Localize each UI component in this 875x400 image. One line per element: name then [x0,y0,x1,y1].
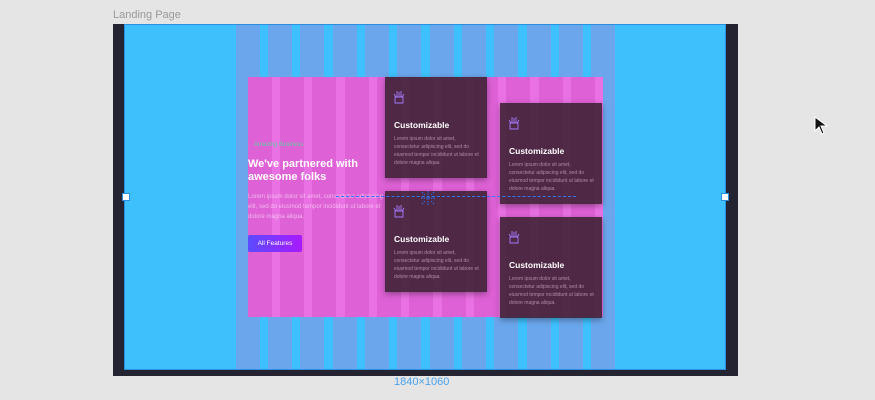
hero-eyebrow[interactable]: Amazing Business [254,142,303,148]
feature-card-title: Customizable [509,260,565,270]
feature-card-text: Lorem ipsum dolor sit amet, consectetur … [394,250,479,280]
hero-heading[interactable]: We've partnered with awesome folks [248,158,378,184]
feature-card[interactable]: Customizable Lorem ipsum dolor sit amet,… [385,191,487,292]
feature-card[interactable]: Customizable Lorem ipsum dolor sit amet,… [500,217,602,318]
brush-cup-icon [508,117,520,130]
feature-card[interactable]: Customizable Lorem ipsum dolor sit amet,… [385,77,487,178]
resize-handle-left[interactable] [122,193,130,201]
frame-size-label: 1840×1060 [394,376,450,388]
feature-card-text: Lorem ipsum dolor sit amet, consectetur … [509,276,594,306]
move-handle-icon[interactable] [420,190,436,206]
feature-card-text: Lorem ipsum dolor sit amet, consectetur … [394,136,479,166]
brush-cup-icon [393,205,405,218]
cursor-icon [814,116,829,135]
brush-cup-icon [508,231,520,244]
all-features-button[interactable]: All Features [248,235,302,252]
feature-card[interactable]: Customizable Lorem ipsum dolor sit amet,… [500,103,602,204]
feature-card-title: Customizable [509,146,565,156]
feature-card-title: Customizable [394,120,450,130]
feature-card-title: Customizable [394,234,450,244]
frame-label[interactable]: Landing Page [113,9,181,21]
brush-cup-icon [393,91,405,104]
feature-card-text: Lorem ipsum dolor sit amet, consectetur … [509,162,594,192]
resize-handle-right[interactable] [721,193,729,201]
spacing-guide [336,196,576,197]
